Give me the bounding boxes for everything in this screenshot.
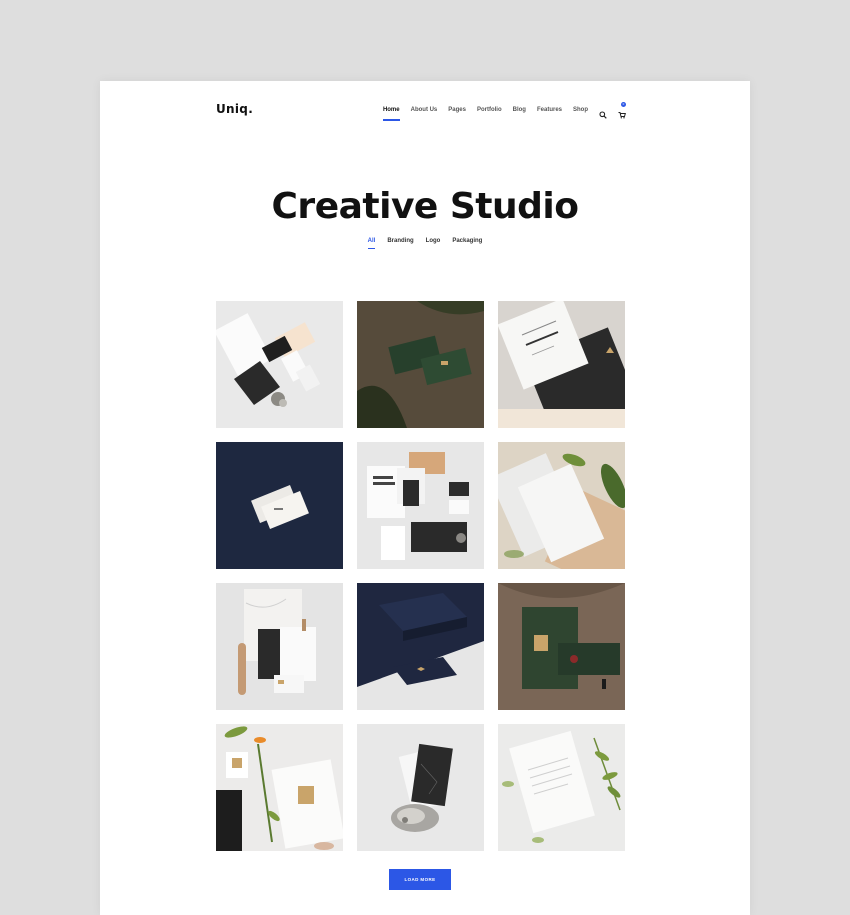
nav-shop[interactable]: Shop [573, 107, 588, 113]
site-header: Uniq. Home About Us Pages Portfolio Blog… [216, 100, 626, 124]
portfolio-item-botanical-flatlay[interactable] [216, 724, 343, 851]
nav-about-us[interactable]: About Us [411, 107, 438, 113]
page-title: Creative Studio [271, 186, 579, 227]
portfolio-item-navy-business-cards[interactable] [216, 442, 343, 569]
portfolio-grid [216, 301, 625, 851]
portfolio-item-green-business-cards[interactable] [357, 301, 484, 428]
good-layers-stationery-image [357, 442, 484, 569]
load-more-button[interactable]: LOAD MORE [389, 869, 451, 890]
botanical-flatlay-image [216, 724, 343, 851]
portfolio-filters: All Branding Logo Packaging [100, 238, 750, 249]
marble-cards-geode-image [357, 724, 484, 851]
dark-green-card-image [498, 583, 625, 710]
main-nav: Home About Us Pages Portfolio Blog Featu… [382, 102, 626, 121]
site-logo[interactable]: Uniq. [216, 102, 253, 116]
cart-count-badge: 0 [621, 102, 626, 107]
nav-home[interactable]: Home [382, 107, 400, 121]
portfolio-item-letterhead-branch[interactable] [498, 724, 625, 851]
portfolio-item-marble-pen-stationery[interactable] [216, 583, 343, 710]
marble-pen-stationery-image [216, 583, 343, 710]
navy-business-cards-image [216, 442, 343, 569]
portfolio-item-stationery-flatlay[interactable] [216, 301, 343, 428]
filter-branding[interactable]: Branding [387, 238, 413, 244]
nav-portfolio[interactable]: Portfolio [477, 107, 502, 113]
filter-packaging[interactable]: Packaging [452, 238, 482, 244]
portfolio-item-letterhead-leaves[interactable] [498, 442, 625, 569]
portfolio-item-dark-green-card[interactable] [498, 583, 625, 710]
portfolio-item-good-layers-stationery[interactable] [357, 442, 484, 569]
portfolio-item-navy-box-card[interactable] [357, 583, 484, 710]
stationery-flatlay-image [216, 301, 343, 428]
nav-blog[interactable]: Blog [513, 107, 526, 113]
nav-features[interactable]: Features [537, 107, 562, 113]
cart-icon[interactable]: 0 [618, 102, 626, 119]
navy-box-card-image [357, 583, 484, 710]
nav-pages[interactable]: Pages [448, 107, 466, 113]
portfolio-item-marble-cards-geode[interactable] [357, 724, 484, 851]
certificate-marble-image [498, 301, 625, 428]
filter-all[interactable]: All [367, 238, 375, 249]
green-business-cards-image [357, 301, 484, 428]
website-page: Uniq. Home About Us Pages Portfolio Blog… [100, 81, 750, 915]
filter-logo[interactable]: Logo [426, 238, 441, 244]
search-icon[interactable] [599, 106, 607, 119]
letterhead-branch-image [498, 724, 625, 851]
letterhead-leaves-image [498, 442, 625, 569]
portfolio-item-certificate-marble[interactable] [498, 301, 625, 428]
